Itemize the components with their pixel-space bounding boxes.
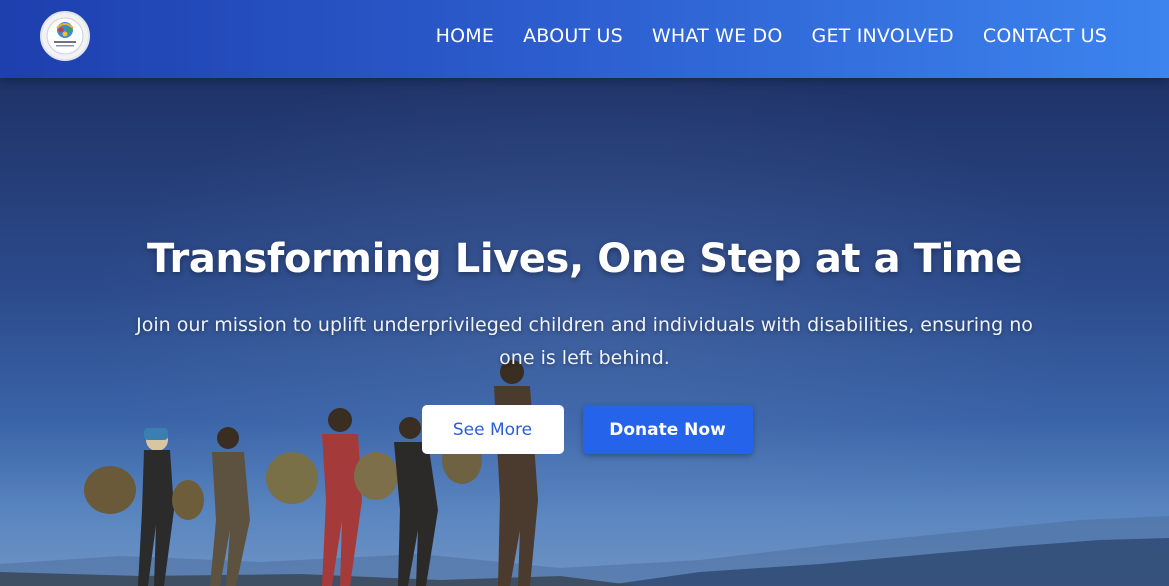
nav-get-involved[interactable]: GET INVOLVED: [812, 25, 954, 47]
nav-home[interactable]: HOME: [436, 25, 494, 47]
nav-what-we-do[interactable]: WHAT WE DO: [652, 25, 783, 47]
hero-title: Transforming Lives, One Step at a Time: [147, 236, 1022, 282]
hero-subtitle: Join our mission to uplift underprivileg…: [136, 314, 1033, 369]
hero-buttons: See More Donate Now: [0, 405, 1169, 454]
nav-about-us[interactable]: ABOUT US: [523, 25, 623, 47]
nav-links: HOME ABOUT US WHAT WE DO GET INVOLVED CO…: [436, 0, 1107, 72]
nav-contact-us[interactable]: CONTACT US: [983, 25, 1107, 47]
see-more-button[interactable]: See More: [421, 405, 564, 454]
hero-content: Transforming Lives, One Step at a Time J…: [0, 236, 1169, 454]
top-navigation-bar: HOME ABOUT US WHAT WE DO GET INVOLVED CO…: [0, 0, 1169, 78]
donate-now-button[interactable]: Donate Now: [582, 405, 753, 454]
organization-logo-icon[interactable]: [40, 11, 90, 61]
logo-emblem: [46, 17, 84, 55]
